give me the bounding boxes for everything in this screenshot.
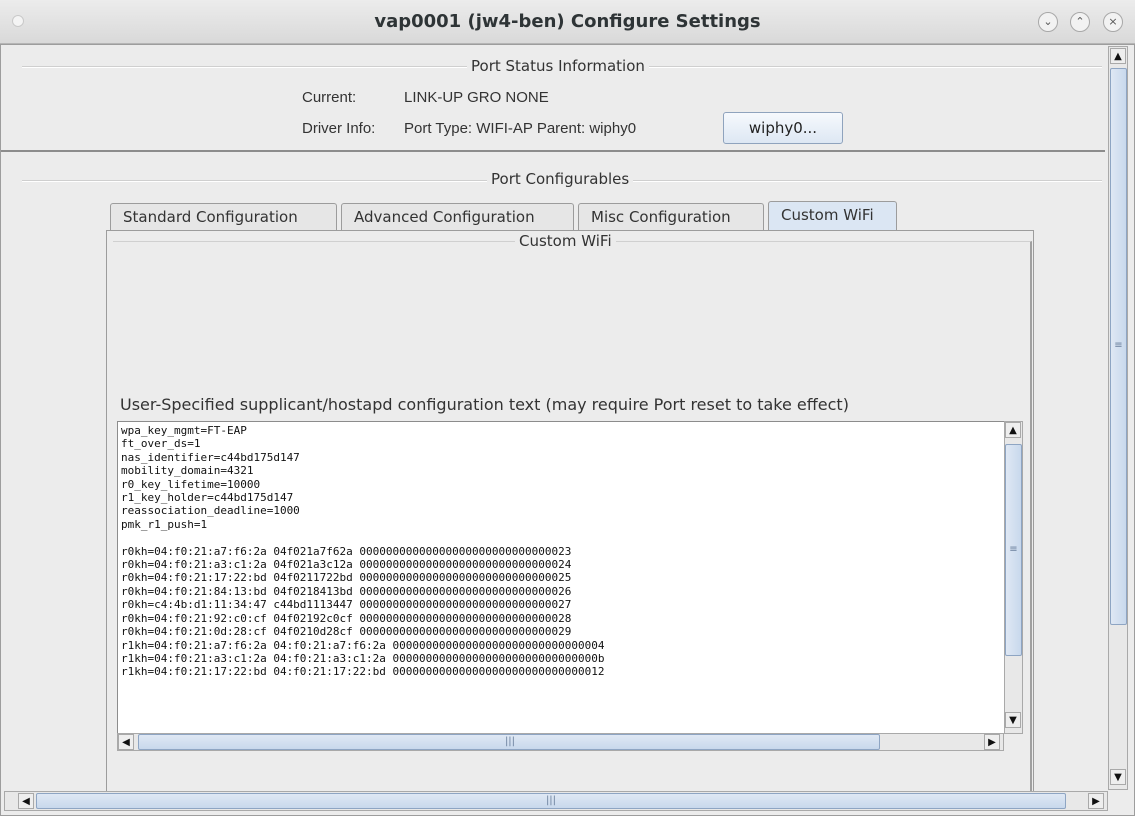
config-text[interactable]: wpa_key_mgmt=FT-EAP ft_over_ds=1 nas_ide… — [121, 424, 604, 679]
tab-misc-configuration[interactable]: Misc Configuration — [578, 203, 764, 231]
textarea-scroll-down-icon[interactable]: ▼ — [1005, 712, 1021, 728]
config-textarea[interactable]: wpa_key_mgmt=FT-EAP ft_over_ds=1 nas_ide… — [117, 421, 1022, 734]
window-scroll-right-icon[interactable]: ▶ — [1088, 793, 1104, 809]
title-bar: vap0001 (jw4-ben) Configure Settings ⌄ ⌃… — [0, 0, 1135, 44]
textarea-scroll-right-icon[interactable]: ▶ — [984, 734, 1000, 750]
tab-advanced-configuration[interactable]: Advanced Configuration — [341, 203, 574, 231]
port-status-title: Port Status Information — [467, 57, 649, 75]
config-text-label: User-Specified supplicant/hostapd config… — [120, 395, 849, 414]
minimize-icon[interactable]: ⌄ — [1038, 12, 1058, 32]
window-scroll-down-icon[interactable]: ▼ — [1110, 769, 1126, 785]
textarea-hgrip-icon: ||| — [504, 736, 516, 747]
custom-wifi-title: Custom WiFi — [515, 232, 616, 250]
maximize-icon[interactable]: ⌃ — [1070, 12, 1090, 32]
tab-custom-wifi[interactable]: Custom WiFi — [768, 201, 897, 231]
textarea-scroll-left-icon[interactable]: ◀ — [118, 734, 134, 750]
current-value: LINK-UP GRO NONE — [404, 89, 549, 106]
window-title: vap0001 (jw4-ben) Configure Settings — [374, 11, 761, 32]
textarea-vgrip-icon: ≡ — [1009, 544, 1018, 555]
tab-standard-configuration[interactable]: Standard Configuration — [110, 203, 337, 231]
window-scroll-up-icon[interactable]: ▲ — [1110, 48, 1126, 64]
current-label: Current: — [302, 89, 357, 106]
section-separator — [1, 150, 1105, 152]
window-vgrip-icon: ≡ — [1114, 340, 1123, 351]
port-config-title: Port Configurables — [487, 170, 634, 188]
parent-wiphy-button[interactable]: wiphy0... — [723, 112, 843, 144]
driver-info-label: Driver Info: — [302, 120, 376, 137]
textarea-scroll-up-icon[interactable]: ▲ — [1005, 422, 1021, 438]
window-hgrip-icon: ||| — [545, 795, 557, 806]
window-scroll-left-icon[interactable]: ◀ — [18, 793, 34, 809]
close-icon[interactable]: × — [1103, 12, 1123, 32]
driver-info-value: Port Type: WIFI-AP Parent: wiphy0 — [404, 120, 637, 137]
